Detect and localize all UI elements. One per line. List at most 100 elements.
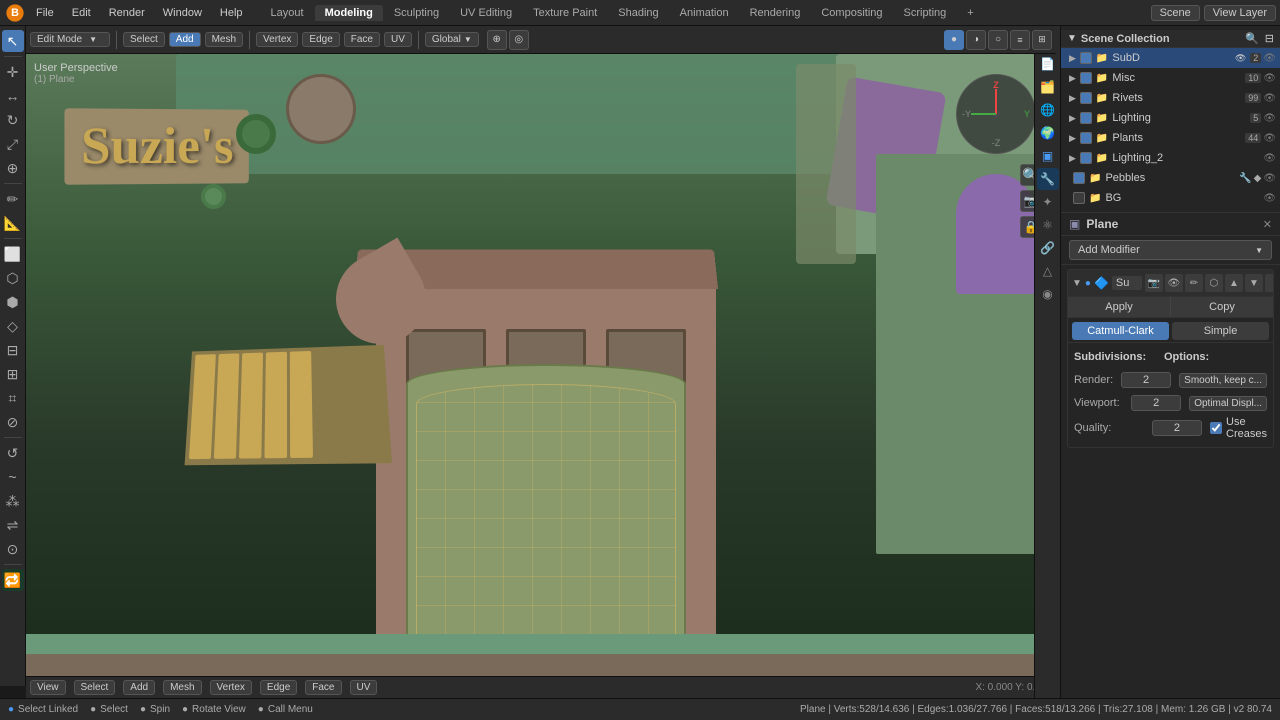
inset-tool[interactable]: ⬢ — [2, 291, 24, 313]
particles-props-icon[interactable]: ✦ — [1037, 191, 1059, 213]
data-props-icon[interactable]: △ — [1037, 260, 1059, 282]
navigation-gizmo[interactable]: Z -Z -Y Y — [956, 74, 1036, 154]
collection-check-subd[interactable] — [1080, 52, 1092, 64]
close-properties-btn[interactable]: ✕ — [1263, 218, 1272, 231]
knife-tool[interactable]: ⌗ — [2, 387, 24, 409]
quality-input[interactable] — [1152, 420, 1202, 436]
measure-tool[interactable]: 📐 — [2, 212, 24, 234]
tab-add[interactable]: + — [957, 5, 983, 21]
vertex-btn[interactable]: Vertex — [256, 32, 298, 47]
use-creases-checkbox[interactable] — [1210, 422, 1222, 434]
collection-eye-lighting2[interactable]: 👁 — [1263, 153, 1276, 164]
status-call-menu[interactable]: ● Call Menu — [258, 704, 313, 715]
rip-tool[interactable]: 🔁 — [2, 569, 24, 591]
collection-eye-pebbles[interactable]: 👁 — [1263, 173, 1276, 184]
physics-props-icon[interactable]: ⚛ — [1037, 214, 1059, 236]
viewport-shading-solid[interactable]: ● — [944, 30, 964, 50]
collection-item-lighting[interactable]: ▶ 📁 Lighting 5 👁 — [1061, 108, 1280, 128]
scene-props-icon[interactable]: 🌐 — [1037, 99, 1059, 121]
collection-check-pebbles[interactable] — [1073, 172, 1085, 184]
snap-icon[interactable]: ⊕ — [487, 30, 507, 50]
uv-btn[interactable]: UV — [384, 32, 412, 47]
modifier-edit-btn[interactable]: ✏ — [1185, 274, 1203, 292]
view-menu[interactable]: View — [30, 680, 66, 695]
select-tool[interactable]: ↖ — [2, 30, 24, 52]
tab-rendering[interactable]: Rendering — [740, 5, 811, 21]
realtime-toggle[interactable]: ● — [1085, 278, 1091, 289]
collection-item-bg[interactable]: 📁 BG 👁 — [1061, 188, 1280, 208]
status-select-linked[interactable]: ● Select Linked — [8, 704, 78, 715]
collection-item-rivets[interactable]: ▶ 📁 Rivets 99 👁 — [1061, 88, 1280, 108]
edge-btn[interactable]: Edge — [302, 32, 339, 47]
viewport-3d[interactable]: Suzie's — [26, 54, 1056, 694]
tab-texture-paint[interactable]: Texture Paint — [523, 5, 607, 21]
face-menu[interactable]: Face — [305, 680, 341, 695]
vertex-menu[interactable]: Vertex — [210, 680, 252, 695]
tab-modeling[interactable]: Modeling — [315, 5, 383, 21]
collection-check-lighting[interactable] — [1080, 112, 1092, 124]
modifier-frame-btn[interactable]: ⬡ — [1205, 274, 1223, 292]
modifier-eye-btn[interactable]: 👁 — [1165, 274, 1183, 292]
uv-menu[interactable]: UV — [350, 680, 378, 695]
modifier-camera-btn[interactable]: 📷 — [1145, 274, 1163, 292]
select-btn[interactable]: Select — [123, 32, 165, 47]
collection-item-subd[interactable]: ▶ 📁 SubD 👁 2 👁 — [1061, 48, 1280, 68]
viewport-shading-rendered[interactable]: ○ — [988, 30, 1008, 50]
collection-check-plants[interactable] — [1080, 132, 1092, 144]
collection-eye-plants[interactable]: 👁 — [1263, 133, 1276, 144]
shrink-tool[interactable]: ⊙ — [2, 538, 24, 560]
proportional-icon[interactable]: ◎ — [509, 30, 529, 50]
optimal-dropdown[interactable]: Optimal Displ... — [1189, 396, 1267, 411]
tab-compositing[interactable]: Compositing — [811, 5, 892, 21]
modifier-props-icon[interactable]: 🔧 — [1037, 168, 1059, 190]
constraints-props-icon[interactable]: 🔗 — [1037, 237, 1059, 259]
mode-select[interactable]: Edit Mode ▼ — [30, 32, 110, 47]
collection-eye-bg[interactable]: 👁 — [1263, 193, 1276, 204]
modifier-menu-btn[interactable]: ⋮ — [1265, 274, 1274, 292]
collection-check-bg[interactable] — [1073, 192, 1085, 204]
filter-icon[interactable]: ⊟ — [1265, 32, 1274, 45]
annotate-tool[interactable]: ✏ — [2, 188, 24, 210]
transform-tool[interactable]: ⊕ — [2, 157, 24, 179]
menu-edit[interactable]: Edit — [64, 5, 99, 21]
object-props-icon[interactable]: ▣ — [1037, 145, 1059, 167]
collection-eye-subd[interactable]: 👁 — [1263, 53, 1276, 64]
smooth-tool[interactable]: ~ — [2, 466, 24, 488]
viewport-gizmo[interactable]: ⊞ — [1032, 30, 1052, 50]
transform-select[interactable]: Global ▼ — [425, 32, 479, 47]
menu-file[interactable]: File — [28, 5, 62, 21]
cursor-tool[interactable]: ✛ — [2, 61, 24, 83]
world-props-icon[interactable]: 🌍 — [1037, 122, 1059, 144]
collection-eye-misc[interactable]: 👁 — [1263, 73, 1276, 84]
modifier-collapse-icon[interactable]: ▼ — [1072, 278, 1082, 289]
mesh-btn[interactable]: Mesh — [205, 32, 243, 47]
offset-cut-tool[interactable]: ⊞ — [2, 363, 24, 385]
tab-uv-editing[interactable]: UV Editing — [450, 5, 522, 21]
status-select[interactable]: ● Select — [90, 704, 128, 715]
copy-button[interactable]: Copy — [1171, 297, 1273, 317]
extrude-tool[interactable]: ⬡ — [2, 267, 24, 289]
modifier-name-input[interactable] — [1112, 276, 1142, 290]
viewport-shading-material[interactable]: ◑ — [966, 30, 986, 50]
view-layer-selector[interactable]: View Layer — [1204, 5, 1276, 21]
output-props-icon[interactable]: 📄 — [1037, 53, 1059, 75]
select-menu[interactable]: Select — [74, 680, 116, 695]
modifier-up-btn[interactable]: ▲ — [1225, 274, 1243, 292]
tab-sculpting[interactable]: Sculpting — [384, 5, 449, 21]
edge-menu[interactable]: Edge — [260, 680, 297, 695]
tab-shading[interactable]: Shading — [608, 5, 668, 21]
collection-check-rivets[interactable] — [1080, 92, 1092, 104]
collection-item-misc[interactable]: ▶ 📁 Misc 10 👁 — [1061, 68, 1280, 88]
randomize-tool[interactable]: ⁂ — [2, 490, 24, 512]
menu-window[interactable]: Window — [155, 5, 210, 21]
simple-btn[interactable]: Simple — [1172, 322, 1269, 340]
collection-item-lighting2[interactable]: ▶ 📁 Lighting_2 👁 — [1061, 148, 1280, 168]
move-tool[interactable]: ↔ — [2, 85, 24, 107]
add-modifier-button[interactable]: Add Modifier ▼ — [1069, 240, 1272, 260]
bisect-tool[interactable]: ⊘ — [2, 411, 24, 433]
collection-visibility-subd[interactable]: 👁 — [1235, 53, 1246, 64]
add-cube-tool[interactable]: ⬜ — [2, 243, 24, 265]
catmull-clark-btn[interactable]: Catmull-Clark — [1072, 322, 1169, 340]
tab-animation[interactable]: Animation — [670, 5, 739, 21]
tab-scripting[interactable]: Scripting — [894, 5, 957, 21]
